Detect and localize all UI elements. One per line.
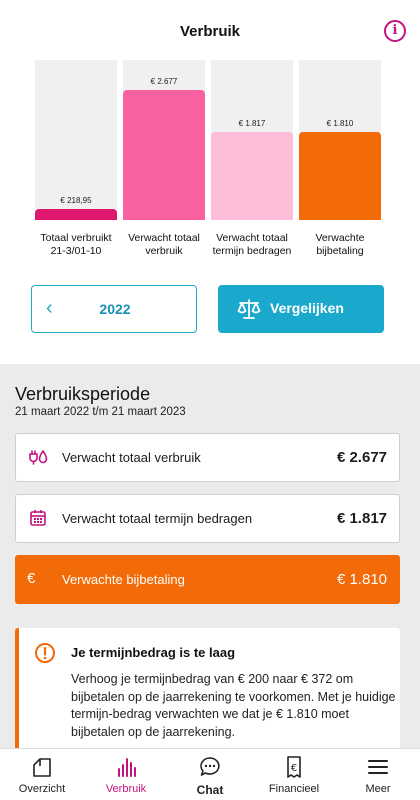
- warning-card: Je termijnbedrag is te laag Verhoog je t…: [15, 628, 400, 758]
- chart-bar[interactable]: [211, 131, 293, 220]
- summary-value: € 1.817: [336, 510, 387, 527]
- menu-icon: [368, 760, 388, 774]
- year-selector-button[interactable]: ‹ 2022: [31, 285, 197, 333]
- info-icon[interactable]: i: [384, 20, 406, 42]
- chart-data-label: € 1.810: [326, 119, 354, 129]
- chart-category-label: Verwacht totaal verbruik: [119, 232, 209, 258]
- summary-value: € 2.677: [336, 449, 387, 466]
- invoice-icon: €: [287, 756, 301, 778]
- chart-data-label: € 1.817: [238, 118, 266, 128]
- warning-icon: [35, 643, 55, 663]
- chart-category-label-line: Verwacht totaal: [216, 232, 288, 244]
- chart-category-label-line: verbruik: [145, 245, 183, 257]
- chart-data-label: € 2.677: [150, 77, 178, 86]
- top-header: Verbruik i: [0, 0, 420, 58]
- chart-bar[interactable]: [35, 209, 117, 220]
- tab-overzicht[interactable]: Overzicht: [0, 749, 84, 800]
- summary-row-expected-installments[interactable]: Verwacht totaal termijn bedragen € 1.817: [15, 494, 400, 543]
- chart-bar[interactable]: [123, 90, 205, 220]
- tab-label: Financieel: [268, 783, 320, 795]
- chart-category-label-line: Verwacht totaal: [128, 232, 200, 244]
- tab-chat[interactable]: Chat: [168, 749, 252, 800]
- chart-category-label-line: Totaal verbruikt: [40, 232, 112, 244]
- chart-category-label-line: bijbetaling: [316, 245, 364, 257]
- compare-button[interactable]: Vergelijken: [218, 285, 384, 333]
- bar-chart-icon: [118, 758, 136, 777]
- usage-bar-chart: € 218,95 Totaal verbruikt 21-3/01-10 € 2.67…: [0, 60, 420, 260]
- chart-category-label: Verwachte bijbetaling: [295, 232, 385, 258]
- house-icon: [33, 758, 51, 777]
- summary-row-expected-usage[interactable]: Verwacht totaal verbruik € 2.677: [15, 433, 400, 482]
- warning-title: Je termijnbedrag is te laag: [71, 645, 236, 660]
- summary-label: Verwacht totaal termijn bedragen: [62, 511, 253, 526]
- summary-label: Verwachte bijbetaling: [62, 572, 185, 587]
- chat-bubble-icon: [200, 757, 220, 776]
- summary-label: Verwacht totaal verbruik: [62, 450, 201, 465]
- calendar-icon: [30, 510, 46, 526]
- tab-verbruik[interactable]: Verbruik: [84, 749, 168, 800]
- chart-category-label-line: 21-3/01-10: [50, 245, 102, 257]
- chart-bar[interactable]: [299, 132, 381, 220]
- tab-meer[interactable]: Meer: [336, 749, 420, 800]
- year-label: 2022: [99, 301, 131, 317]
- tab-label: Verbruik: [105, 783, 147, 795]
- period-range: 21 maart 2022 t/m 21 maart 2023: [15, 406, 186, 418]
- tab-financieel[interactable]: € Financieel: [252, 749, 336, 800]
- page-title: Verbruik: [179, 23, 241, 40]
- chart-category-label-line: Verwachte: [315, 232, 365, 244]
- bottom-tab-bar: Overzicht Verbruik Chat € Financieel Mee…: [0, 748, 420, 800]
- compare-label: Vergelijken: [270, 300, 344, 316]
- energy-drop-icon: [29, 450, 48, 465]
- summary-value: € 1.810: [336, 571, 387, 588]
- euro-icon: €: [27, 570, 36, 587]
- summary-row-expected-extra-payment[interactable]: € Verwachte bijbetaling € 1.810: [15, 555, 400, 604]
- tab-label: Chat: [196, 783, 224, 797]
- svg-text:€: €: [291, 763, 297, 774]
- tab-label: Meer: [365, 783, 391, 795]
- period-panel: Verbruiksperiode 21 maart 2022 t/m 21 ma…: [0, 364, 420, 758]
- warning-text: Verhoog je termijnbedrag van € 200 naar …: [71, 672, 396, 739]
- chart-category-label: Verwacht totaal termijn bedragen: [207, 232, 297, 258]
- chart-category-label: Totaal verbruikt 21-3/01-10: [31, 232, 121, 258]
- period-title: Verbruiksperiode: [15, 384, 151, 404]
- scale-icon: [237, 299, 261, 319]
- chart-data-label: € 218,95: [60, 196, 92, 206]
- chart-category-label-line: termijn bedragen: [212, 245, 292, 257]
- tab-label: Overzicht: [18, 783, 66, 795]
